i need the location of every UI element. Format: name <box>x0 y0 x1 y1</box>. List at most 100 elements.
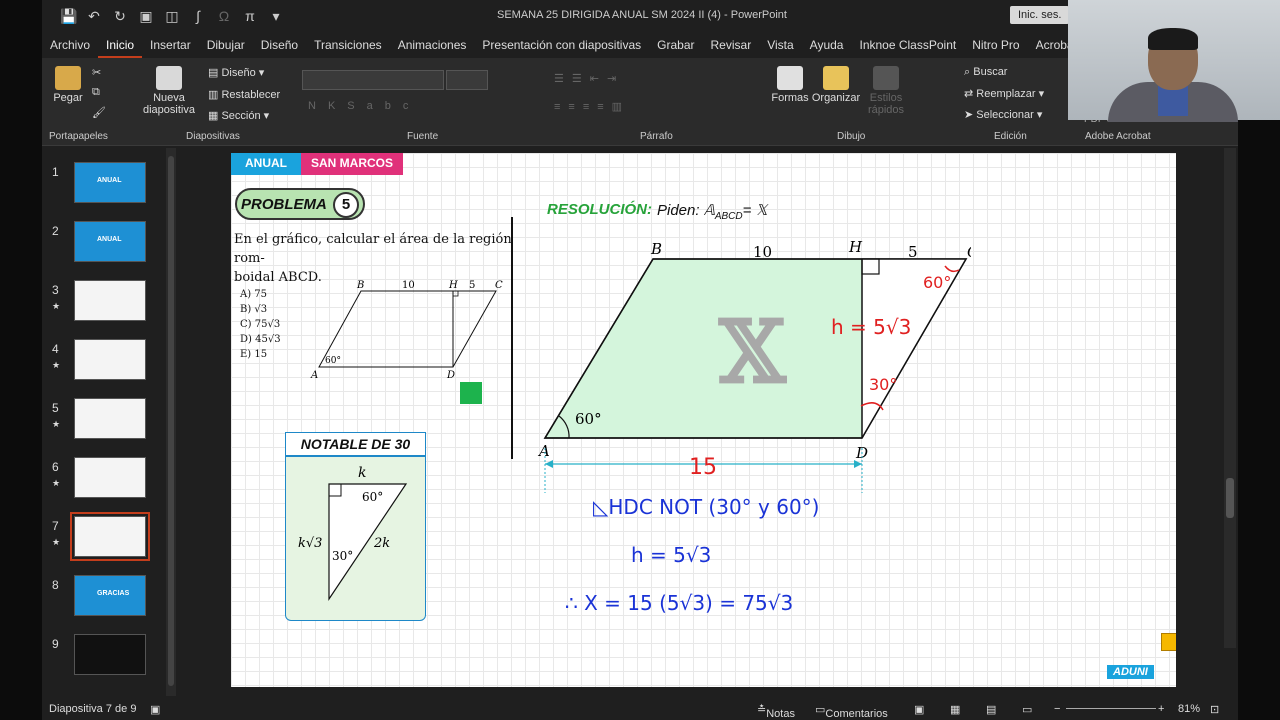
notable-triangle: k k√3 2k 60° 30° <box>298 465 408 601</box>
tab-2[interactable]: Insertar <box>142 32 199 58</box>
replace-button[interactable]: ⇄ Reemplazar ▾ <box>964 87 1044 100</box>
tab-4[interactable]: Diseño <box>253 32 306 58</box>
zoom-slider[interactable] <box>1066 708 1156 709</box>
present-icon[interactable]: ▣ <box>138 8 154 25</box>
slide-thumbnail[interactable] <box>74 280 146 321</box>
more-icon[interactable]: ▾ <box>268 8 284 25</box>
reading-view-icon[interactable]: ▤ <box>986 703 996 716</box>
tab-7[interactable]: Presentación con diapositivas <box>474 32 649 58</box>
pi-icon[interactable]: π <box>242 8 258 25</box>
left-dark-margin <box>0 0 42 720</box>
accessibility-icon[interactable]: ▣ <box>150 703 160 716</box>
aduni-logo: ADUNI <box>1107 665 1154 679</box>
fit-slide-icon[interactable]: ⊡ <box>1210 703 1219 716</box>
notable-60: 60° <box>362 490 383 504</box>
sign-in-button[interactable]: Inic. ses. <box>1010 6 1070 24</box>
format-painter-icon[interactable]: 🖌 <box>92 106 106 119</box>
thumb-number: 2 <box>52 224 59 238</box>
tab-9[interactable]: Revisar <box>703 32 760 58</box>
slide-thumbnail[interactable]: GRACIAS <box>74 575 146 616</box>
big-label-c: C <box>967 243 971 261</box>
group-adobe-label: Adobe Acrobat <box>1085 131 1151 142</box>
tab-1[interactable]: Inicio <box>98 32 143 58</box>
resolution-heading: RESOLUCIÓN: <box>547 201 652 218</box>
slide-scrollbar[interactable] <box>1224 148 1236 648</box>
save-icon[interactable]: 💾 <box>60 8 77 25</box>
section-button[interactable]: ▦ Sección ▾ <box>208 109 269 122</box>
font-size-input[interactable] <box>446 70 488 90</box>
tab-0[interactable]: Archivo <box>42 32 98 58</box>
big-label-a: A <box>537 442 550 460</box>
zoom-level[interactable]: 81% <box>1178 703 1200 715</box>
comments-button[interactable]: ▭ Comentarios <box>815 703 888 720</box>
small-label-60: 60° <box>325 356 341 366</box>
tab-10[interactable]: Vista <box>759 32 801 58</box>
quick-styles-button[interactable]: Estilos rápidos <box>866 66 906 116</box>
layout-button[interactable]: ▤ Diseño ▾ <box>208 66 264 79</box>
arrange-button[interactable]: Organizar <box>810 66 862 104</box>
paste-button[interactable]: Pegar <box>50 66 86 104</box>
slide-thumbnail[interactable] <box>70 512 150 561</box>
thumb-number: 7 <box>52 519 59 533</box>
group-paragraph-label: Párrafo <box>640 131 673 142</box>
slide-thumbnail[interactable] <box>74 457 146 498</box>
zoom-in-icon[interactable]: + <box>1158 703 1164 715</box>
copy-icon[interactable]: ⧉ <box>92 86 100 99</box>
group-font-label: Fuente <box>407 131 439 142</box>
small-parallelogram-figure: B H C A D 10 5 60° <box>310 280 503 381</box>
tab-3[interactable]: Dibujar <box>199 32 253 58</box>
zoom-out-icon[interactable]: − <box>1054 703 1060 715</box>
new-slide-button[interactable]: Nueva diapositiva <box>134 66 204 116</box>
cut-icon[interactable]: ✂ <box>92 66 101 79</box>
find-button[interactable]: ⌕ Buscar <box>964 66 1007 79</box>
undo-icon[interactable]: ↶ <box>86 8 102 25</box>
small-label-h: H <box>448 280 458 291</box>
reset-button[interactable]: ▥ Restablecer <box>208 88 280 101</box>
sorter-view-icon[interactable]: ▦ <box>950 703 960 716</box>
touch-icon[interactable]: ◫ <box>164 8 180 25</box>
tab-8[interactable]: Grabar <box>649 32 702 58</box>
slide-thumbnail[interactable] <box>74 339 146 380</box>
answer-option: C) 75√3 <box>240 319 281 330</box>
hw-line-3: ∴ X = 15 (5√3) = 75√3 <box>565 591 794 615</box>
shapes-button[interactable]: Formas <box>770 66 810 104</box>
problem-badge: PROBLEMA 5 <box>235 188 365 220</box>
clipboard-icon <box>55 66 81 90</box>
slide-thumbnail[interactable] <box>74 634 146 675</box>
answer-option: B) √3 <box>240 304 268 315</box>
align-buttons[interactable]: ≡≡≡≡▥ <box>554 100 630 113</box>
notable-title: NOTABLE DE 30 <box>285 432 426 456</box>
select-button[interactable]: ➤ Seleccionar ▾ <box>964 108 1042 121</box>
tab-11[interactable]: Ayuda <box>802 32 852 58</box>
font-family-input[interactable] <box>302 70 444 90</box>
small-label-10: 10 <box>402 280 415 291</box>
normal-view-icon[interactable]: ▣ <box>914 703 924 716</box>
thumb-animation-star: ★ <box>52 301 61 311</box>
small-label-c: C <box>495 280 503 291</box>
hw-60-red: 60° <box>923 273 951 292</box>
omega-icon[interactable]: Ω <box>216 8 232 25</box>
small-label-b: B <box>356 280 364 291</box>
slide-thumbnail[interactable]: ANUAL <box>74 162 146 203</box>
notes-button[interactable]: ≛ Notas <box>757 703 795 720</box>
thumb-number: 8 <box>52 578 59 592</box>
redo-icon[interactable]: ↻ <box>112 8 128 25</box>
ribbon: Pegar ✂ ⧉ 🖌 Nueva diapositiva ▤ Diseño ▾ … <box>42 58 1238 146</box>
tab-13[interactable]: Nitro Pro <box>964 32 1027 58</box>
tab-5[interactable]: Transiciones <box>306 32 390 58</box>
list-buttons[interactable]: ☰☰⇤⇥ <box>554 72 624 85</box>
slide-editor[interactable]: ANUAL SAN MARCOS PROBLEMA 5 En el gráfic… <box>231 153 1176 687</box>
new-slide-icon <box>156 66 182 90</box>
tab-12[interactable]: Inknoe ClassPoint <box>851 32 964 58</box>
format-icon[interactable]: ∫ <box>190 8 206 25</box>
slideshow-view-icon[interactable]: ▭ <box>1022 703 1032 716</box>
small-label-d: D <box>446 370 455 381</box>
hw-15-red: 15 <box>689 455 717 480</box>
notable-ksqrt3: k√3 <box>298 536 322 551</box>
slide-thumbnail[interactable]: ANUAL <box>74 221 146 262</box>
slide-thumbnail[interactable] <box>74 398 146 439</box>
font-format-buttons[interactable]: NKSabc <box>308 100 420 112</box>
slide-corner-square <box>1161 633 1176 651</box>
tab-6[interactable]: Animaciones <box>390 32 475 58</box>
thumbnail-scrollbar[interactable] <box>166 148 176 696</box>
